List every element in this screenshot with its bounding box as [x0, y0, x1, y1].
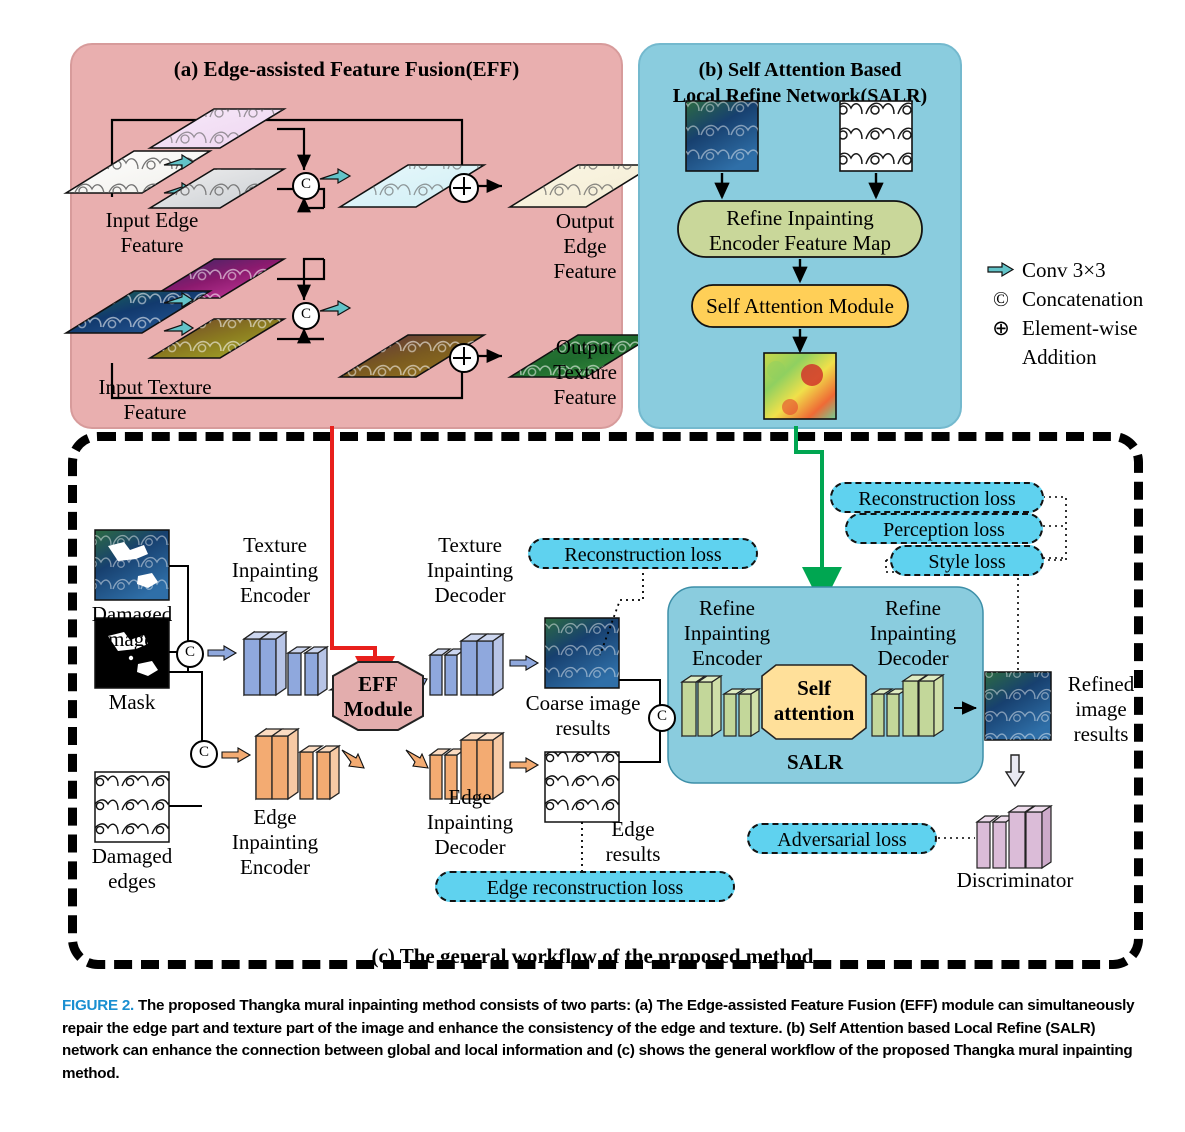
legend-label-concat: Concatenation	[1022, 287, 1144, 311]
figure-caption: FIGURE 2. The proposed Thangka mural inp…	[62, 995, 1140, 1085]
refined-image-results-label: Refined image results	[1067, 672, 1135, 746]
output-edge-feature-label: Output Edge Feature	[553, 209, 617, 283]
damaged-images-label: Damaged images	[91, 602, 173, 651]
figure-label: FIGURE 2.	[62, 997, 135, 1014]
coarse-image-results-label: Coarse image results	[525, 691, 641, 740]
legend-label-addition: Element-wise	[1022, 316, 1138, 340]
eff-module-label: EFF Module	[343, 672, 413, 721]
salr-label: SALR	[786, 750, 844, 774]
panel-a-eff: (a) Edge-assisted Feature Fusion(EFF) C …	[63, 43, 657, 429]
element-wise-addition-icon	[449, 343, 479, 373]
legend-item-conv: Conv 3×3	[987, 256, 1178, 285]
concatenation-icon: C	[292, 172, 320, 200]
figure-2: (a) Edge-assisted Feature Fusion(EFF) C …	[0, 0, 1185, 1132]
conv-arrow-icon	[987, 256, 1015, 285]
legend-label-addition-2: Addition	[1022, 345, 1097, 369]
self-attention-module-label: Self Attention Module	[706, 294, 894, 318]
refine-inpainting-decoder-label: Refine Inpainting Decoder	[869, 596, 957, 670]
concatenation-icon: C	[292, 302, 320, 330]
edge-inpainting-decoder-label: Edge Inpainting Decoder	[426, 785, 514, 859]
figure-caption-text: The proposed Thangka mural inpainting me…	[62, 997, 1135, 1082]
legend-label-conv: Conv 3×3	[1022, 258, 1106, 282]
legend-item-concat: © Concatenation	[988, 285, 1178, 314]
refine-feature-map-label: Refine Inpainting Encoder Feature Map	[709, 206, 891, 255]
self-attention-label: Self attention	[773, 676, 855, 725]
perception-loss: Perception loss	[845, 513, 1043, 544]
edge-inpainting-encoder-label: Edge Inpainting Encoder	[231, 805, 319, 879]
texture-inpainting-decoder-label: Texture Inpainting Decoder	[426, 533, 514, 607]
edge-results-label: Edge results	[605, 817, 661, 866]
reconstruction-loss-coarse: Reconstruction loss	[528, 538, 758, 569]
edge-reconstruction-loss: Edge reconstruction loss	[435, 871, 735, 902]
legend: Conv 3×3 © Concatenation ⊕ Element-wise …	[987, 256, 1178, 372]
damaged-edges-label: Damaged edges	[91, 844, 173, 893]
concatenation-icon: ©	[993, 287, 1009, 311]
texture-inpainting-encoder-label: Texture Inpainting Encoder	[231, 533, 319, 607]
adversarial-loss: Adversarial loss	[747, 823, 937, 854]
mask-label: Mask	[108, 690, 156, 714]
element-wise-addition-icon	[449, 173, 479, 203]
output-texture-feature-label: Output Texture Feature	[553, 335, 617, 409]
panel-b-salr: (b) Self Attention Based Local Refine Ne…	[638, 43, 962, 429]
style-loss: Style loss	[890, 545, 1044, 576]
discriminator-label: Discriminator	[956, 868, 1074, 892]
input-texture-feature-label: Input Texture Feature	[98, 375, 212, 424]
refine-inpainting-encoder-label: Refine Inpainting Encoder	[683, 596, 771, 670]
concatenation-icon: C	[190, 740, 218, 768]
element-wise-addition-icon: ⊕	[992, 316, 1010, 340]
panel-c-title: (c) The general workflow of the proposed…	[371, 944, 814, 968]
legend-item-addition: ⊕ Element-wise	[988, 314, 1178, 343]
input-edge-feature-label: Input Edge Feature	[105, 208, 199, 257]
reconstruction-loss-refine: Reconstruction loss	[830, 482, 1044, 513]
